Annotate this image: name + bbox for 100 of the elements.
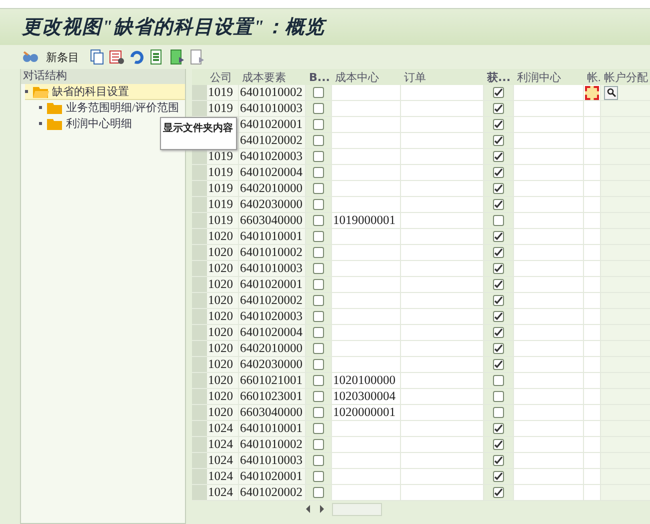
table-cell: 6401020004 — [239, 325, 306, 341]
checkbox[interactable] — [313, 343, 324, 354]
column-header[interactable]: 获... — [484, 69, 514, 85]
checkbox[interactable] — [313, 231, 324, 242]
table-cell: 1020 — [207, 389, 239, 405]
checkbox[interactable] — [493, 183, 504, 194]
copy-icon[interactable] — [89, 49, 105, 65]
checkbox[interactable] — [493, 439, 504, 450]
column-header[interactable]: 帐. — [584, 69, 601, 85]
checkbox[interactable] — [313, 167, 324, 178]
checkbox[interactable] — [493, 487, 504, 498]
row-selector[interactable] — [192, 149, 207, 165]
checkbox[interactable] — [493, 455, 504, 466]
glasses-icon — [22, 50, 40, 64]
checkbox[interactable] — [493, 151, 504, 162]
checkbox[interactable] — [493, 263, 504, 274]
checkbox[interactable] — [493, 359, 504, 370]
table-cell: 1020 — [207, 325, 239, 341]
checkbox[interactable] — [313, 407, 324, 418]
table-cell — [601, 341, 650, 357]
column-header[interactable]: 公司 — [207, 69, 239, 85]
checkbox[interactable] — [313, 455, 324, 466]
table-cell — [601, 469, 650, 485]
checkbox[interactable] — [313, 471, 324, 482]
table-cell: 1019 — [207, 101, 239, 117]
checkbox[interactable] — [493, 343, 504, 354]
checkbox[interactable] — [493, 103, 504, 114]
column-header[interactable]: 帐户分配 — [601, 69, 650, 85]
checkbox[interactable] — [493, 119, 504, 130]
checkbox[interactable] — [313, 487, 324, 498]
scroll-right-icon[interactable] — [318, 504, 326, 514]
undo-icon[interactable] — [129, 49, 145, 65]
table-cell: 6402010000 — [239, 181, 306, 197]
checkbox[interactable] — [313, 247, 324, 258]
table-cell: 1024 — [207, 485, 239, 501]
select-block-icon[interactable] — [169, 49, 185, 65]
checkbox[interactable] — [313, 263, 324, 274]
checkbox[interactable] — [493, 391, 504, 402]
checkbox[interactable] — [493, 231, 504, 242]
checkbox[interactable] — [493, 423, 504, 434]
panel-header: 对话结构 — [21, 69, 185, 84]
checkbox[interactable] — [493, 167, 504, 178]
checkbox[interactable] — [313, 375, 324, 386]
checkbox[interactable] — [313, 359, 324, 370]
column-header[interactable]: 利润中心 — [514, 69, 584, 85]
checkbox[interactable] — [313, 199, 324, 210]
checkbox[interactable] — [313, 423, 324, 434]
table-cell: 6401020001 — [239, 117, 306, 133]
checkbox[interactable] — [313, 183, 324, 194]
search-button[interactable] — [604, 86, 618, 100]
table-cell: 1020100000 — [332, 373, 401, 389]
column-header[interactable]: 成本中心 — [332, 69, 401, 85]
tree-item[interactable]: 业务范围明细/评价范围 — [39, 100, 182, 116]
table-cell — [601, 453, 650, 469]
checkbox[interactable] — [313, 327, 324, 338]
checkbox[interactable] — [313, 215, 324, 226]
deselect-icon[interactable] — [189, 49, 205, 65]
scroll-left-icon[interactable] — [304, 504, 312, 514]
checkbox[interactable] — [313, 391, 324, 402]
column-header[interactable]: 订单 — [401, 69, 484, 85]
table-cell: 1020 — [207, 373, 239, 389]
table-cell: 6401020003 — [239, 309, 306, 325]
checkbox[interactable] — [493, 311, 504, 322]
column-header[interactable]: 成本要素 — [239, 69, 306, 85]
table-cell: 6402010000 — [239, 341, 306, 357]
scrollbar-thumb[interactable] — [332, 502, 382, 516]
table-cell — [601, 389, 650, 405]
window-title: 更改视图"缺省的科目设置"：概览 — [22, 16, 326, 40]
checkbox[interactable] — [493, 279, 504, 290]
checkbox[interactable] — [313, 151, 324, 162]
checkbox[interactable] — [493, 247, 504, 258]
checkbox[interactable] — [313, 103, 324, 114]
checkbox[interactable] — [493, 327, 504, 338]
checkbox[interactable] — [493, 87, 504, 98]
tree-item[interactable]: 利润中心明细 — [39, 116, 134, 132]
table-cell: 6401010001 — [239, 229, 306, 245]
table-cell — [601, 181, 650, 197]
checkbox[interactable] — [493, 471, 504, 482]
table-cell — [601, 405, 650, 421]
checkbox[interactable] — [493, 295, 504, 306]
checkbox[interactable] — [493, 135, 504, 146]
checkbox[interactable] — [313, 295, 324, 306]
checkbox[interactable] — [313, 439, 324, 450]
new-entry-button[interactable]: 新条目 — [22, 50, 85, 64]
delete-icon[interactable] — [109, 49, 125, 65]
checkbox[interactable] — [493, 199, 504, 210]
checkbox[interactable] — [313, 87, 324, 98]
column-header[interactable]: B... — [306, 69, 332, 85]
checkbox[interactable] — [313, 119, 324, 130]
table-cell: 1020 — [207, 341, 239, 357]
checkbox[interactable] — [313, 279, 324, 290]
checkbox[interactable] — [313, 311, 324, 322]
checkbox[interactable] — [313, 135, 324, 146]
bullet-icon — [39, 122, 42, 125]
checkbox[interactable] — [493, 215, 504, 226]
checkbox[interactable] — [493, 407, 504, 418]
tree-item[interactable]: 缺省的科目设置 — [25, 84, 185, 100]
checkbox[interactable] — [493, 375, 504, 386]
open-folder-icon — [33, 86, 49, 98]
table-cell: 1019000001 — [332, 213, 401, 229]
